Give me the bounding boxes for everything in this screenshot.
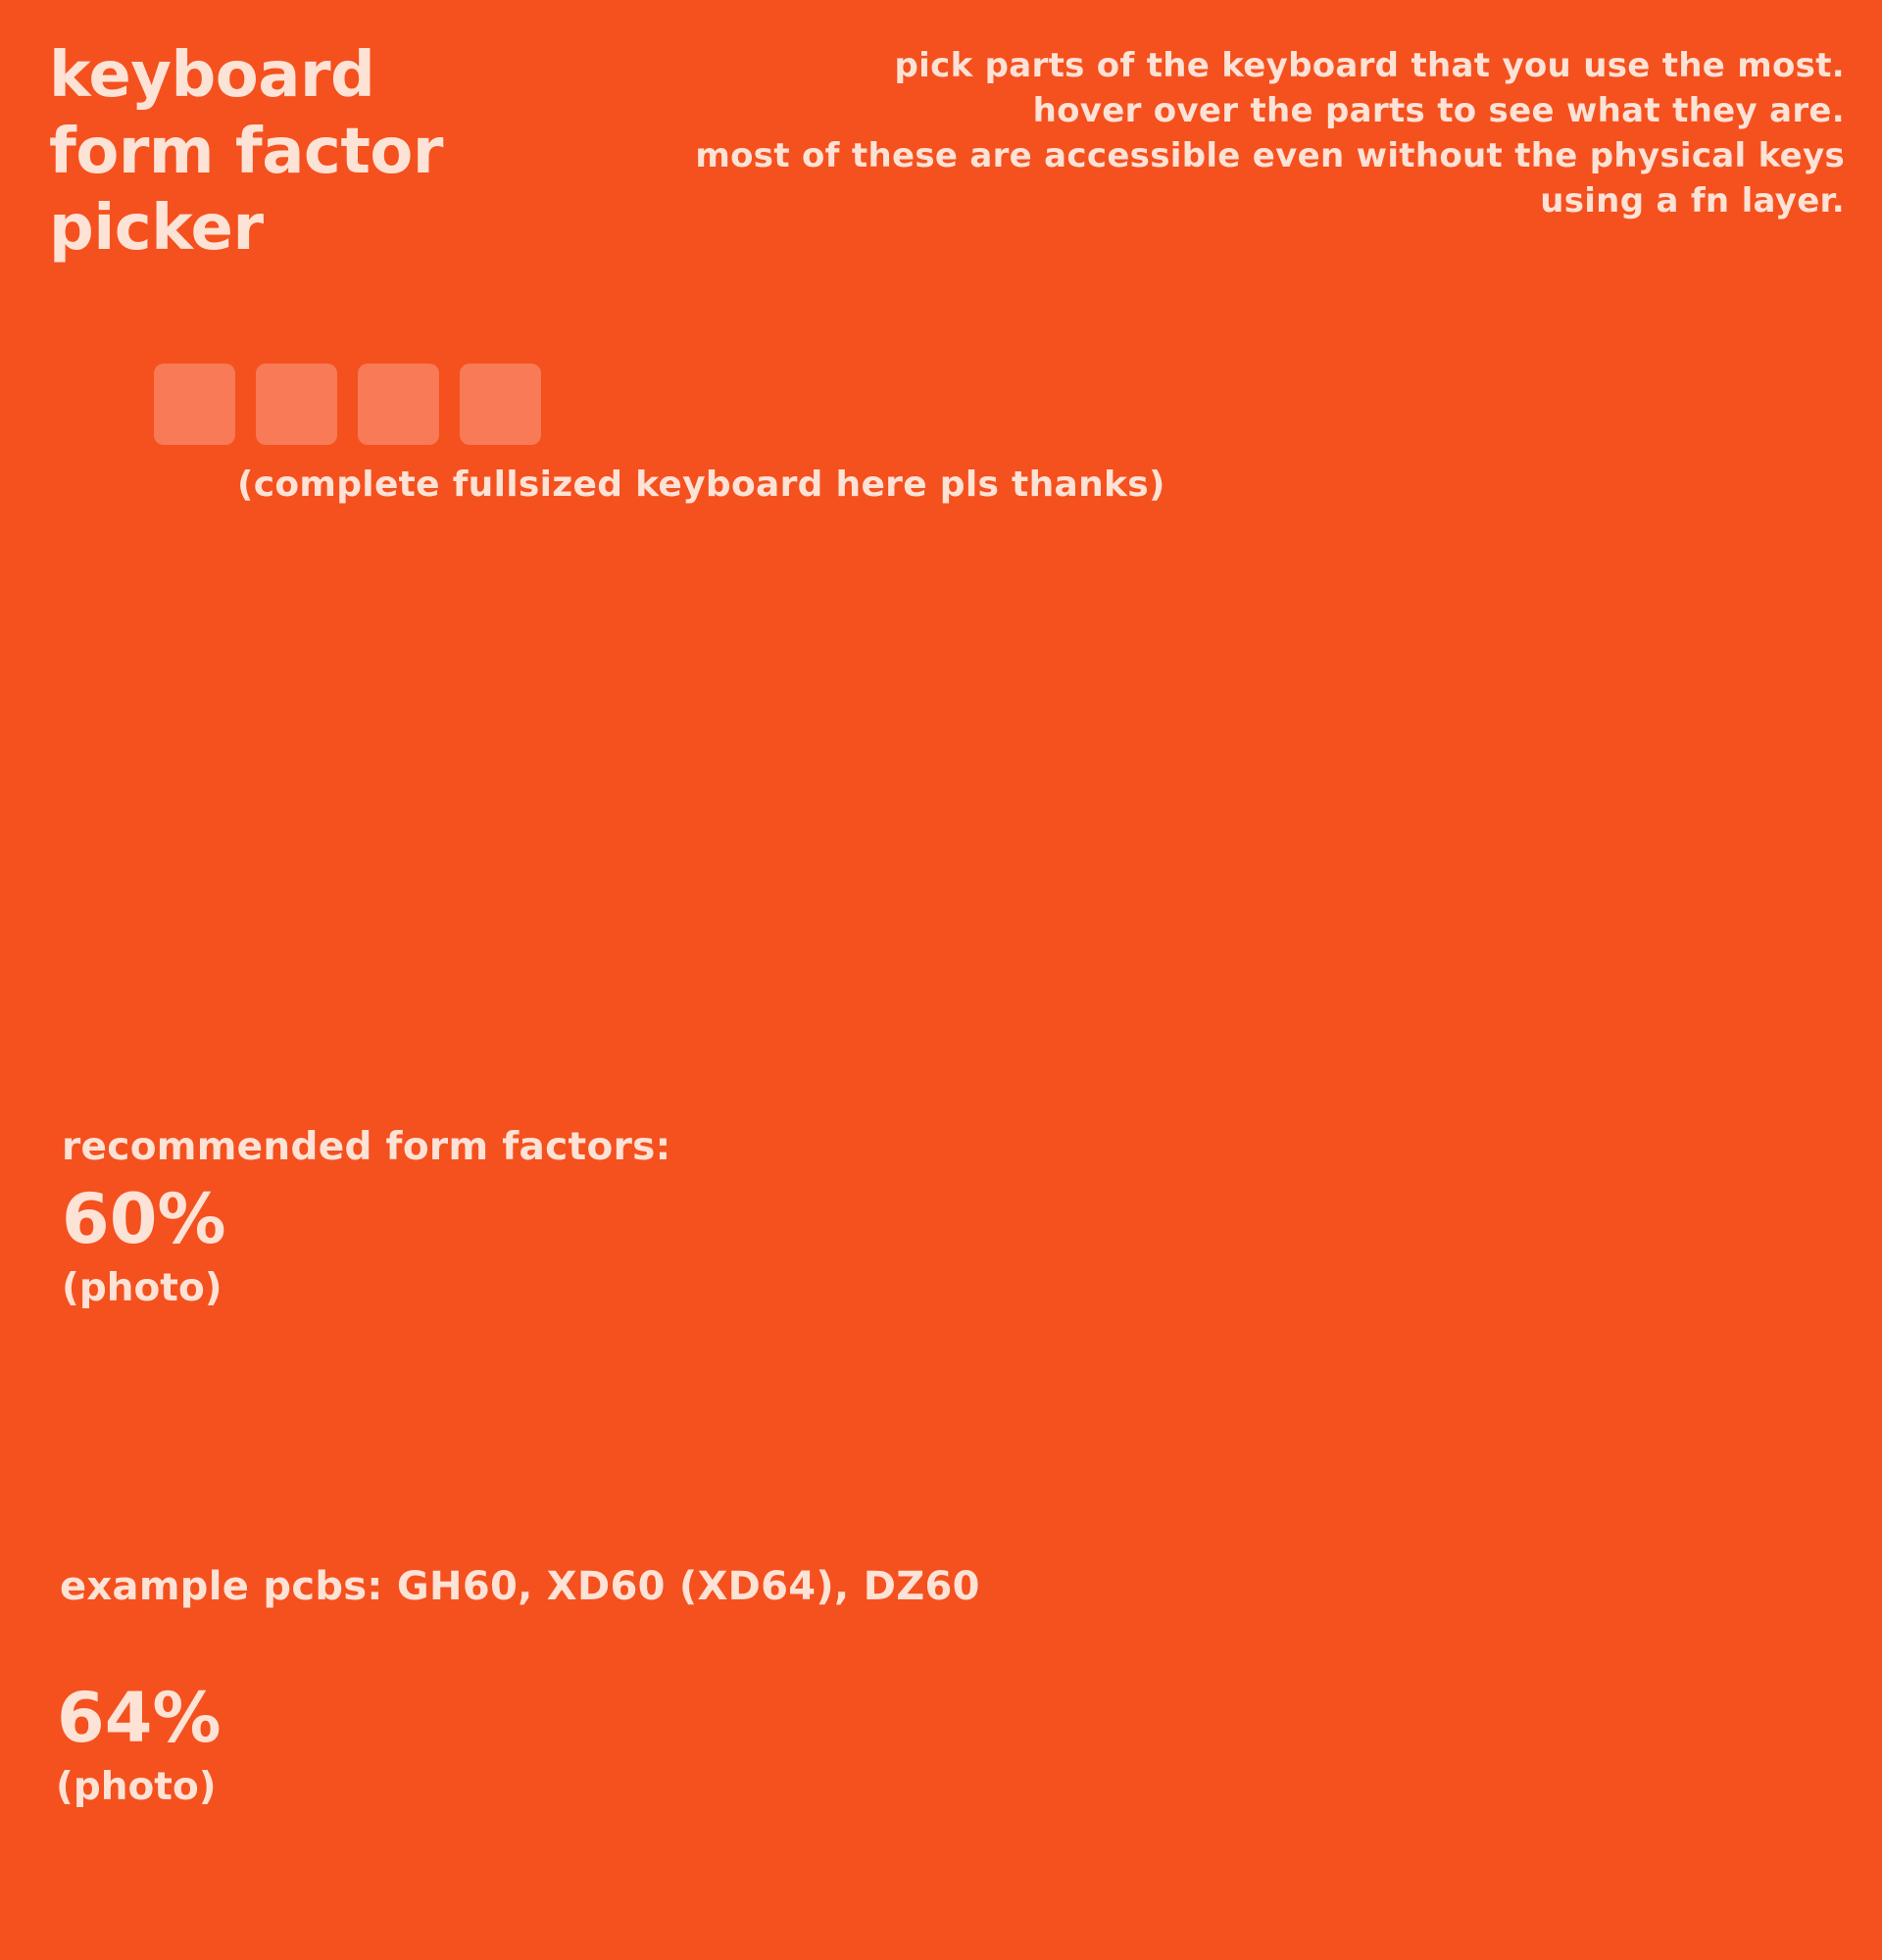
- instruction-line: most of these are accessible even withou…: [695, 136, 1845, 175]
- keyboard-key[interactable]: [154, 364, 235, 445]
- instruction-line: pick parts of the keyboard that you use …: [894, 46, 1845, 85]
- keyboard-key[interactable]: [358, 364, 439, 445]
- page-title-line: form factor: [49, 116, 443, 188]
- page-title-line: keyboard: [49, 39, 375, 112]
- keyboard-placeholder-note: (complete fullsized keyboard here pls th…: [237, 465, 1165, 505]
- form-factor-photo-link[interactable]: (photo): [62, 1264, 223, 1313]
- keyboard-key[interactable]: [256, 364, 337, 445]
- instruction-line: hover over the parts to see what they ar…: [1032, 91, 1845, 130]
- instruction-line: using a fn layer.: [1540, 181, 1845, 220]
- recommendations-heading: recommended form factors:: [62, 1125, 671, 1169]
- page-title-line: picker: [49, 192, 264, 265]
- keyboard-picker: [154, 364, 541, 445]
- example-pcbs: example pcbs: GH60, XD60 (XD64), DZ60: [60, 1564, 980, 1609]
- page-title: keyboard form factor picker: [49, 37, 539, 267]
- form-factor-name: 64%: [57, 1678, 222, 1758]
- form-factor-photo-link[interactable]: (photo): [56, 1763, 217, 1812]
- form-factor-name: 60%: [62, 1179, 226, 1259]
- keyboard-key[interactable]: [460, 364, 541, 445]
- instructions: pick parts of the keyboard that you use …: [570, 43, 1845, 223]
